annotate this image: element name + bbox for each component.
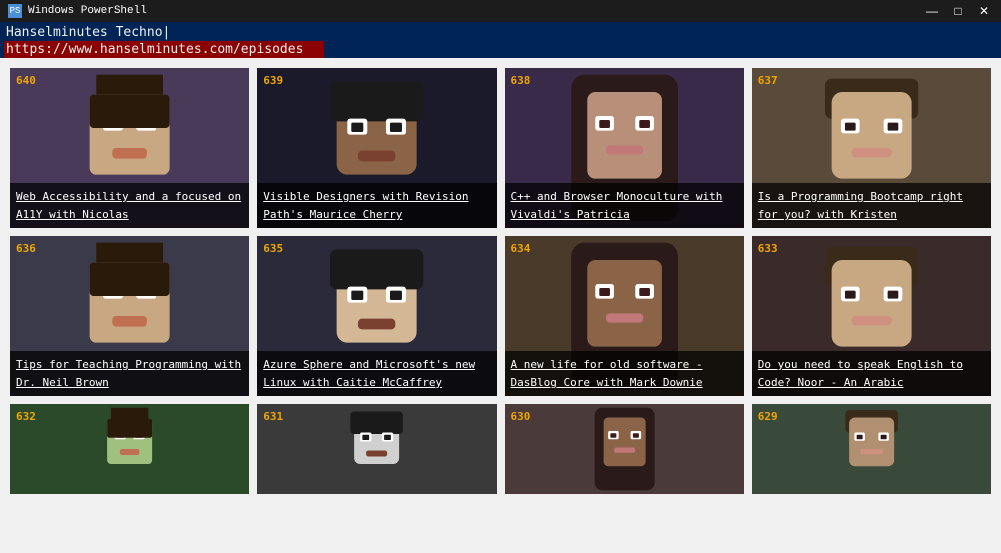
title-bar-controls: — □ ✕ bbox=[919, 0, 997, 22]
powershell-icon: PS bbox=[8, 4, 22, 18]
episode-card[interactable]: 638 C++ and Browser Monoculture with Viv… bbox=[505, 68, 744, 228]
episode-overlay: C++ and Browser Monoculture with Vivaldi… bbox=[505, 183, 744, 228]
episode-number: 637 bbox=[758, 74, 778, 87]
episode-number: 633 bbox=[758, 242, 778, 255]
episode-card[interactable]: 631 bbox=[257, 404, 496, 494]
episode-thumbnail bbox=[10, 404, 249, 494]
episode-card[interactable]: 640 Web Accessibility and a focused on A… bbox=[10, 68, 249, 228]
episode-thumbnail bbox=[752, 404, 991, 494]
maximize-button[interactable]: □ bbox=[945, 0, 971, 22]
episode-card[interactable]: 637 Is a Programming Bootcamp right for … bbox=[752, 68, 991, 228]
episode-overlay: Do you need to speak English to Code? No… bbox=[752, 351, 991, 396]
episode-card[interactable]: 634 A new life for old software - DasBlo… bbox=[505, 236, 744, 396]
episode-card[interactable]: 635 Azure Sphere and Microsoft's new Lin… bbox=[257, 236, 496, 396]
episode-title: Do you need to speak English to Code? No… bbox=[758, 358, 963, 389]
episode-number: 629 bbox=[758, 410, 778, 423]
episode-grid: 640 Web Accessibility and a focused on A… bbox=[10, 68, 991, 494]
episode-number: 640 bbox=[16, 74, 36, 87]
episode-card[interactable]: 630 bbox=[505, 404, 744, 494]
episode-number: 639 bbox=[263, 74, 283, 87]
episode-title: C++ and Browser Monoculture with Vivaldi… bbox=[511, 190, 723, 221]
powershell-window: Hanselminutes Techno| https://www.hansel… bbox=[0, 22, 1001, 553]
episode-overlay: Web Accessibility and a focused on A11Y … bbox=[10, 183, 249, 228]
episode-number: 635 bbox=[263, 242, 283, 255]
minimize-button[interactable]: — bbox=[919, 0, 945, 22]
episode-number: 631 bbox=[263, 410, 283, 423]
title-bar-text: Windows PowerShell bbox=[28, 5, 147, 17]
episode-overlay: Visible Designers with Revision Path's M… bbox=[257, 183, 496, 228]
episode-title: Web Accessibility and a focused on A11Y … bbox=[16, 190, 241, 221]
episode-card[interactable]: 639 Visible Designers with Revision Path… bbox=[257, 68, 496, 228]
episode-card[interactable]: 636 Tips for Teaching Programming with D… bbox=[10, 236, 249, 396]
episode-title: Is a Programming Bootcamp right for you?… bbox=[758, 190, 963, 221]
title-bar-left: PS Windows PowerShell bbox=[8, 4, 147, 18]
episode-thumbnail bbox=[257, 404, 496, 494]
episode-number: 632 bbox=[16, 410, 36, 423]
episode-card[interactable]: 633 Do you need to speak English to Code… bbox=[752, 236, 991, 396]
episode-number: 636 bbox=[16, 242, 36, 255]
address-line1: Hanselminutes Techno| bbox=[4, 24, 1001, 41]
episode-card[interactable]: 629 bbox=[752, 404, 991, 494]
episode-number: 634 bbox=[511, 242, 531, 255]
episode-thumbnail bbox=[505, 404, 744, 494]
title-bar: PS Windows PowerShell — □ ✕ bbox=[0, 0, 1001, 22]
address-line2: https://www.hanselminutes.com/episodes bbox=[4, 41, 324, 58]
close-button[interactable]: ✕ bbox=[971, 0, 997, 22]
episode-title: Tips for Teaching Programming with Dr. N… bbox=[16, 358, 241, 389]
content-area: 640 Web Accessibility and a focused on A… bbox=[0, 58, 1001, 553]
address-bar: Hanselminutes Techno| https://www.hansel… bbox=[0, 22, 1001, 58]
episode-overlay: Azure Sphere and Microsoft's new Linux w… bbox=[257, 351, 496, 396]
episode-overlay: Tips for Teaching Programming with Dr. N… bbox=[10, 351, 249, 396]
episode-overlay: Is a Programming Bootcamp right for you?… bbox=[752, 183, 991, 228]
episode-number: 638 bbox=[511, 74, 531, 87]
episode-title: Azure Sphere and Microsoft's new Linux w… bbox=[263, 358, 475, 389]
episode-title: Visible Designers with Revision Path's M… bbox=[263, 190, 468, 221]
episode-overlay: A new life for old software - DasBlog Co… bbox=[505, 351, 744, 396]
episode-title: A new life for old software - DasBlog Co… bbox=[511, 358, 703, 389]
episode-card[interactable]: 632 bbox=[10, 404, 249, 494]
episode-number: 630 bbox=[511, 410, 531, 423]
